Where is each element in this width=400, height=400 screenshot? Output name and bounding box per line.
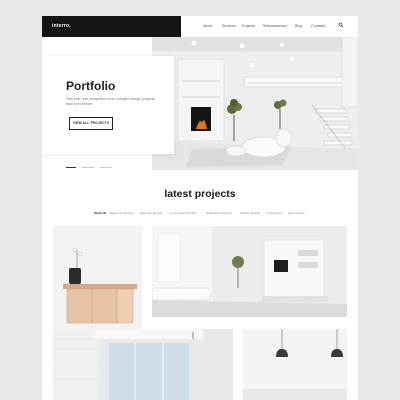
header-logo-area: interro. (42, 16, 181, 37)
project-thumbnail[interactable] (243, 329, 347, 400)
nav-subcontractors[interactable]: Subcontractors (263, 24, 287, 28)
page-title: Portfolio (66, 79, 116, 93)
slider-dot[interactable] (82, 167, 94, 168)
slider-dot-active[interactable] (66, 167, 76, 169)
project-thumbnail[interactable] (53, 226, 142, 333)
hero-image (152, 37, 358, 170)
filter-bathroom-design[interactable]: Bathroom Design (110, 211, 133, 215)
nav-about[interactable]: About (203, 24, 212, 28)
logo[interactable]: interro. (52, 23, 71, 29)
filter-hospitality-interiors[interactable]: Hospitality Interiors (206, 211, 232, 215)
filter-show-all[interactable]: Show all (94, 211, 106, 215)
nav-blog[interactable]: Blog (295, 24, 302, 28)
search-icon[interactable] (338, 22, 344, 28)
filter-bedroom-design[interactable]: Bedroom Design (140, 211, 162, 215)
view-all-projects-button[interactable]: VIEW ALL PROJECTS (69, 117, 113, 130)
page: interro. About Services Projects Subcont… (42, 16, 358, 400)
slider-dot[interactable] (100, 167, 112, 168)
nav-contacts[interactable]: Contacts (311, 24, 325, 28)
filter-kitchen-design[interactable]: Kitchen Design (240, 211, 260, 215)
section-title: latest projects (164, 188, 236, 200)
filter-renovations[interactable]: Renovations (288, 211, 305, 215)
project-thumbnail[interactable] (152, 226, 347, 317)
filter-living-room[interactable]: Living Room (266, 211, 283, 215)
filter-commercial-interiors[interactable]: Commercial Interiors (169, 211, 197, 215)
nav-projects[interactable]: Projects (242, 24, 255, 28)
nav-services[interactable]: Services (222, 24, 236, 28)
project-filters: Show all Bathroom Design Bedroom Design … (42, 211, 358, 217)
project-thumbnail[interactable] (53, 329, 233, 400)
hero-description: This year, five completed more complex d… (66, 97, 155, 106)
